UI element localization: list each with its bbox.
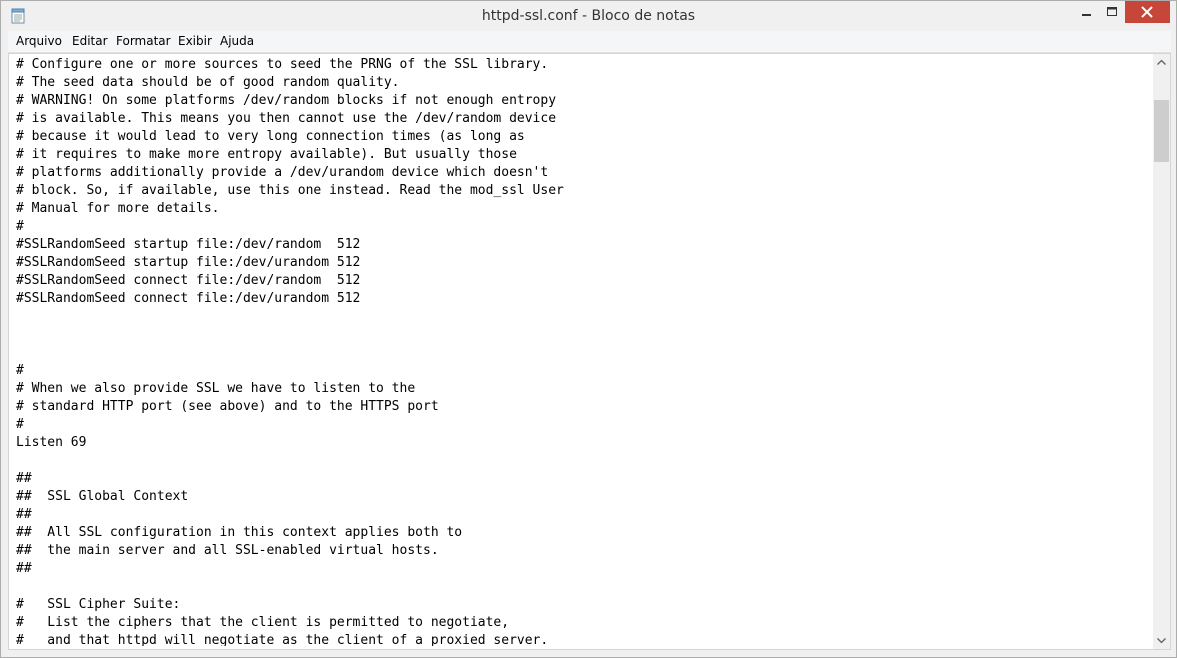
chevron-up-icon <box>1157 59 1166 65</box>
text-editor[interactable]: # Configure one or more sources to seed … <box>8 53 1171 650</box>
editor-text-content[interactable]: # Configure one or more sources to seed … <box>16 56 1146 646</box>
minimize-button[interactable] <box>1074 1 1100 23</box>
maximize-icon <box>1107 7 1117 16</box>
scroll-up-button[interactable] <box>1153 54 1170 71</box>
minimize-icon <box>1082 14 1091 16</box>
title-bar[interactable]: httpd-ssl.conf - Bloco de notas <box>1 1 1176 31</box>
window-bottom-frame <box>8 650 1171 656</box>
menu-arquivo[interactable]: Arquivo <box>16 34 62 48</box>
scrollbar-thumb[interactable] <box>1154 100 1169 162</box>
scroll-down-button[interactable] <box>1153 632 1170 649</box>
menu-bar: Arquivo Editar Formatar Exibir Ajuda <box>8 31 1171 53</box>
maximize-button[interactable] <box>1100 1 1124 23</box>
close-icon <box>1141 6 1153 18</box>
chevron-down-icon <box>1157 638 1166 644</box>
vertical-scrollbar[interactable] <box>1153 54 1170 649</box>
window-title: httpd-ssl.conf - Bloco de notas <box>481 8 696 24</box>
notepad-window: httpd-ssl.conf - Bloco de notas Arquivo … <box>0 0 1177 658</box>
menu-exibir[interactable]: Exibir <box>178 34 212 48</box>
menu-formatar[interactable]: Formatar <box>116 34 171 48</box>
close-button[interactable] <box>1125 1 1170 23</box>
menu-editar[interactable]: Editar <box>72 34 108 48</box>
menu-ajuda[interactable]: Ajuda <box>220 34 254 48</box>
